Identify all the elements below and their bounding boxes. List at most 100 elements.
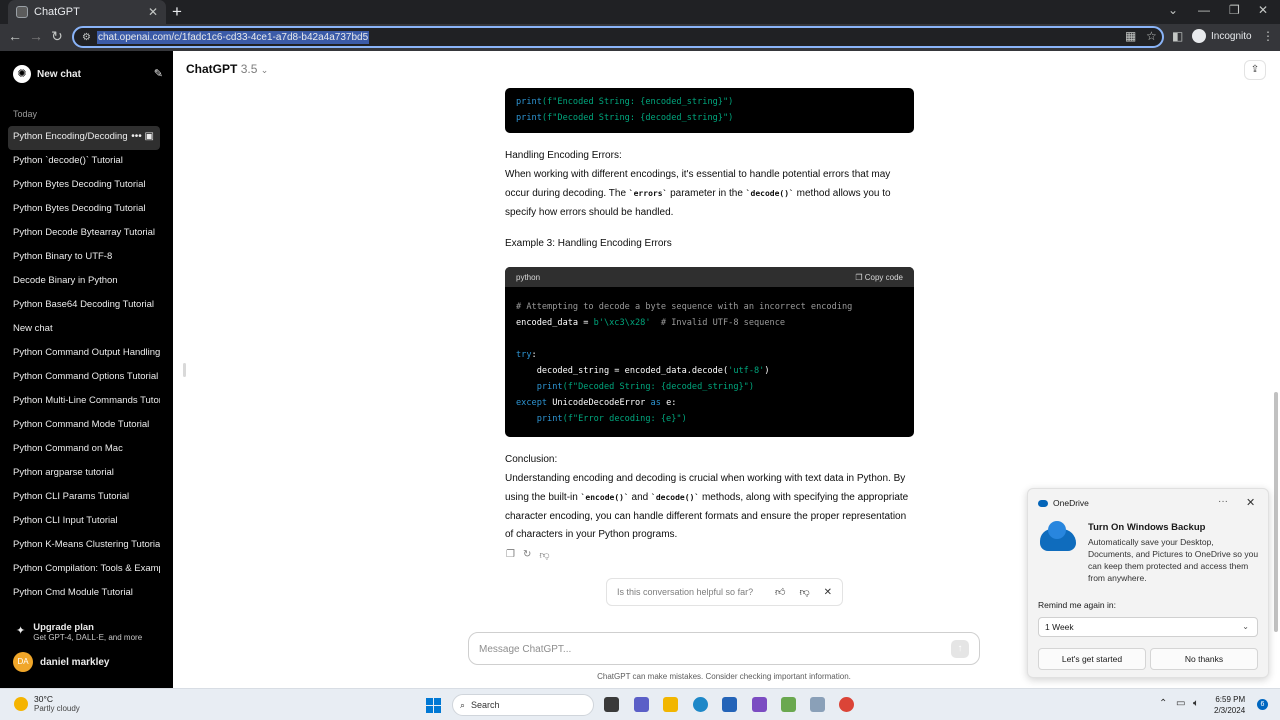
code-block-example-3: python ❐ Copy code # Attempting to decod… <box>505 267 914 437</box>
chevron-down-icon: ⌄ <box>1242 622 1249 631</box>
url-text[interactable]: chat.openai.com/c/1fadc1c6-cd33-4ce1-a7d… <box>96 30 370 44</box>
cloud-icon <box>1040 521 1076 551</box>
new-tab-button[interactable]: + <box>172 2 182 22</box>
model-selector[interactable]: ChatGPT 3.5 ⌄ <box>186 62 268 76</box>
thumbs-up-icon[interactable]: 👍︎ <box>775 586 785 598</box>
copy-code-button[interactable]: ❐ Copy code <box>855 273 903 282</box>
taskbar-search[interactable]: ⌕ Search <box>452 694 594 716</box>
history-item[interactable]: Python K-Means Clustering Tutorial <box>8 534 160 558</box>
history-item[interactable]: Python Binary to UTF-8 <box>8 246 160 270</box>
model-name: ChatGPT <box>186 62 238 76</box>
app-icon[interactable] <box>781 697 796 712</box>
sidebar-toggle-handle[interactable] <box>183 363 186 377</box>
history-item[interactable]: Python `decode()` Tutorial <box>8 150 160 174</box>
archive-icon[interactable]: ▣ <box>145 131 154 142</box>
address-bar[interactable]: ⚙ chat.openai.com/c/1fadc1c6-cd33-4ce1-a… <box>72 26 1164 48</box>
close-notification-icon[interactable]: ✕ <box>1246 496 1255 509</box>
close-icon[interactable]: ✕ <box>824 587 832 598</box>
browser-tab-bar: ChatGPT ✕ + ⌄ — ❐ ✕ <box>0 0 1280 24</box>
history-item[interactable]: Decode Binary in Python <box>8 270 160 294</box>
upgrade-subtitle: Get GPT-4, DALL·E, and more <box>33 633 143 642</box>
no-thanks-button[interactable]: No thanks <box>1150 648 1258 670</box>
site-info-icon[interactable]: ⚙ <box>82 32 91 43</box>
new-chat-label: New chat <box>37 68 81 80</box>
history-item[interactable]: Python CLI Input Tutorial <box>8 510 160 534</box>
bookmark-star-icon[interactable]: ☆ <box>1146 29 1157 43</box>
paragraph-encoding-errors: When working with different encodings, i… <box>505 169 891 218</box>
minimize-icon[interactable]: — <box>1198 3 1210 17</box>
compose-icon[interactable]: ✎ <box>154 67 163 80</box>
start-button[interactable] <box>426 698 441 713</box>
browser-menu-icon[interactable]: ⋮ <box>1262 29 1274 43</box>
history-item[interactable]: Python Multi-Line Commands Tutorial <box>8 390 160 414</box>
thumbs-down-icon[interactable]: 👎︎ <box>539 549 549 561</box>
history-item[interactable]: Python Encoding/Decoding ••• ▣ <box>8 126 160 150</box>
sparkle-icon: ✦ <box>16 625 26 637</box>
history-item[interactable]: Python Command Output Handling <box>8 342 160 366</box>
screen-capture-icon[interactable]: ▦ <box>1125 29 1136 43</box>
example-3-heading: Example 3: Handling Encoding Errors <box>505 238 672 249</box>
app-icon[interactable] <box>810 697 825 712</box>
onedrive-notification: OneDrive ··· ✕ Turn On Windows Backup Au… <box>1027 488 1269 678</box>
weather-widget[interactable]: 30°C Partly cloudy <box>14 694 80 713</box>
history-item-label: Python Encoding/Decoding <box>13 131 128 142</box>
new-chat-button[interactable]: ✺ New chat ✎ <box>13 65 163 83</box>
forward-icon[interactable]: → <box>27 28 45 44</box>
thumbs-down-icon[interactable]: 👎︎ <box>799 586 809 598</box>
disclaimer-text: ChatGPT can make mistakes. Consider chec… <box>597 672 851 681</box>
history-item[interactable]: New chat <box>8 318 160 342</box>
share-button[interactable]: ⇪ <box>1244 60 1266 80</box>
file-explorer-icon[interactable] <box>663 697 678 712</box>
visual-studio-icon[interactable] <box>752 697 767 712</box>
windows-taskbar: 30°C Partly cloudy ⌕ Search ⌃ ▭ 🔈︎ 6:59 … <box>0 688 1280 720</box>
network-icon[interactable]: ▭ <box>1176 698 1185 709</box>
temperature: 30°C <box>34 694 53 704</box>
more-options-icon[interactable]: ··· <box>1218 496 1228 507</box>
onedrive-icon <box>1038 499 1048 507</box>
notification-header: OneDrive <box>1038 498 1089 508</box>
history-item[interactable]: Python Cmd Module Tutorial <box>8 582 160 606</box>
close-tab-icon[interactable]: ✕ <box>148 5 158 19</box>
tab-search-icon[interactable]: ⌄ <box>1168 3 1178 17</box>
chevron-up-icon[interactable]: ⌃ <box>1159 698 1167 709</box>
regenerate-icon[interactable]: ↻ <box>523 549 531 561</box>
chrome-icon[interactable] <box>839 697 854 712</box>
edge-browser-icon[interactable] <box>693 697 708 712</box>
history-item[interactable]: Python Command Mode Tutorial <box>8 414 160 438</box>
browser-tab[interactable]: ChatGPT ✕ <box>8 0 166 24</box>
history-item[interactable]: Python Base64 Decoding Tutorial <box>8 294 160 318</box>
notification-badge[interactable]: 6 <box>1257 699 1268 710</box>
microsoft-store-icon[interactable] <box>722 697 737 712</box>
more-options-icon[interactable]: ••• <box>131 131 142 142</box>
share-icon: ⇪ <box>1250 64 1260 75</box>
restore-icon[interactable]: ❐ <box>1229 3 1240 17</box>
back-icon[interactable]: ← <box>6 28 24 44</box>
lets-get-started-button[interactable]: Let's get started <box>1038 648 1146 670</box>
close-window-icon[interactable]: ✕ <box>1258 3 1268 17</box>
incognito-icon <box>1192 29 1206 43</box>
incognito-indicator[interactable]: Incognito <box>1192 29 1252 43</box>
system-clock[interactable]: 6:59 PM 2/3/2024 <box>1214 694 1245 716</box>
history-item[interactable]: Python Compilation: Tools & Examples <box>8 558 160 582</box>
history-item[interactable]: Python Bytes Decoding Tutorial <box>8 174 160 198</box>
send-button[interactable]: ↑ <box>951 640 969 658</box>
teams-chat-icon[interactable] <box>634 697 649 712</box>
history-item[interactable]: Python Command Options Tutorial <box>8 366 160 390</box>
remind-select[interactable]: 1 Week ⌄ <box>1038 617 1258 637</box>
code-block-header: python ❐ Copy code <box>505 267 914 287</box>
page-scrollbar[interactable] <box>1274 392 1278 632</box>
message-input[interactable] <box>479 640 919 658</box>
task-view-icon[interactable] <box>604 697 619 712</box>
user-menu-button[interactable]: DA daniel markley <box>13 652 109 672</box>
conclusion-heading: Conclusion: <box>505 454 558 465</box>
history-item[interactable]: Python argparse tutorial <box>8 462 160 486</box>
volume-icon[interactable]: 🔈︎ <box>1193 698 1199 709</box>
reload-icon[interactable]: ↻ <box>48 28 66 45</box>
side-panel-icon[interactable]: ◧ <box>1172 29 1183 43</box>
history-item[interactable]: Python Command on Mac <box>8 438 160 462</box>
copy-icon[interactable]: ❐ <box>506 549 515 561</box>
history-item[interactable]: Python CLI Params Tutorial <box>8 486 160 510</box>
history-item[interactable]: Python Decode Bytearray Tutorial <box>8 222 160 246</box>
upgrade-plan-button[interactable]: ✦ Upgrade plan Get GPT-4, DALL·E, and mo… <box>16 622 142 642</box>
history-item[interactable]: Python Bytes Decoding Tutorial <box>8 198 160 222</box>
